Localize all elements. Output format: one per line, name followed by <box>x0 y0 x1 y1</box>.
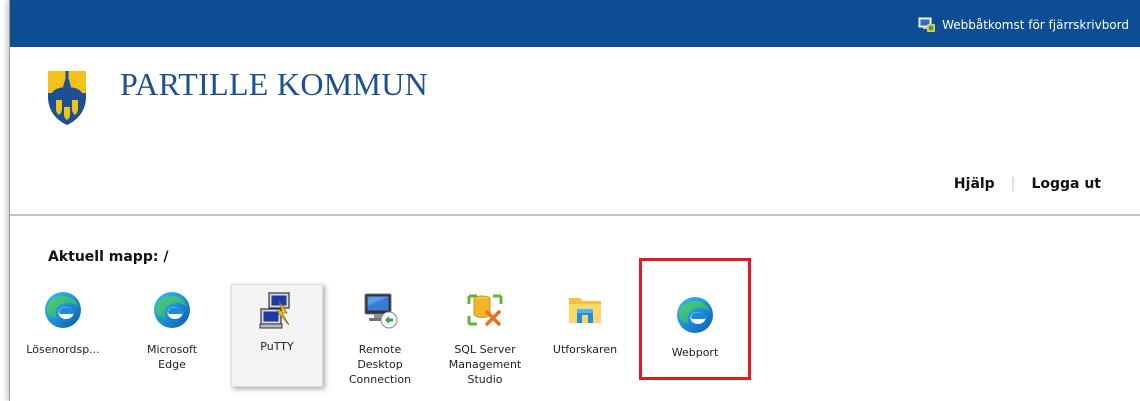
app-tile-password-reset[interactable]: Lösenordsp... <box>14 284 112 401</box>
remote-desktop-icon <box>360 290 400 330</box>
app-tile-webport[interactable]: Webport <box>639 258 751 380</box>
sql-server-icon <box>465 290 505 330</box>
help-link[interactable]: Hjälp <box>954 176 995 192</box>
edge-icon <box>152 290 192 330</box>
app-tile-file-explorer[interactable]: Utforskaren <box>545 284 625 401</box>
current-folder-label: Aktuell mapp: / <box>48 249 169 265</box>
app-tile-microsoft-edge[interactable]: Microsoft Edge <box>137 284 207 401</box>
app-tile-sql-server[interactable]: SQL Server Management Studio <box>435 284 535 401</box>
app-label: Microsoft Edge <box>146 343 198 371</box>
app-label: SQL Server Management Studio <box>448 343 522 386</box>
top-bar: Webbåtkomst för fjärrskrivbord <box>10 0 1140 47</box>
edge-icon <box>43 290 83 330</box>
remote-desktop-web-icon <box>918 17 936 32</box>
header-actions: Hjälp | Logga ut <box>954 176 1101 192</box>
header-separator: | <box>1010 176 1016 192</box>
rd-web-window: Webbåtkomst för fjärrskrivbord PARTILLE … <box>9 0 1140 401</box>
header-divider <box>10 214 1140 216</box>
app-label: Webport <box>671 346 719 359</box>
app-label: Remote Desktop Connection <box>348 343 412 386</box>
coat-of-arms-logo <box>48 71 86 125</box>
app-label: Lösenordsp... <box>26 343 100 356</box>
web-access-link[interactable]: Webbåtkomst för fjärrskrivbord <box>918 16 1129 34</box>
app-label: Utforskaren <box>552 343 618 356</box>
web-access-label: Webbåtkomst för fjärrskrivbord <box>942 18 1129 32</box>
app-tile-remote-desktop[interactable]: Remote Desktop Connection <box>340 284 420 401</box>
app-label: PuTTY <box>260 340 294 353</box>
edge-icon <box>675 295 715 335</box>
app-tile-putty[interactable]: PuTTY <box>231 284 323 387</box>
putty-icon <box>257 291 297 331</box>
file-explorer-icon <box>565 290 605 330</box>
logout-link[interactable]: Logga ut <box>1031 176 1101 192</box>
brand-name: PARTILLE KOMMUN <box>120 66 429 102</box>
